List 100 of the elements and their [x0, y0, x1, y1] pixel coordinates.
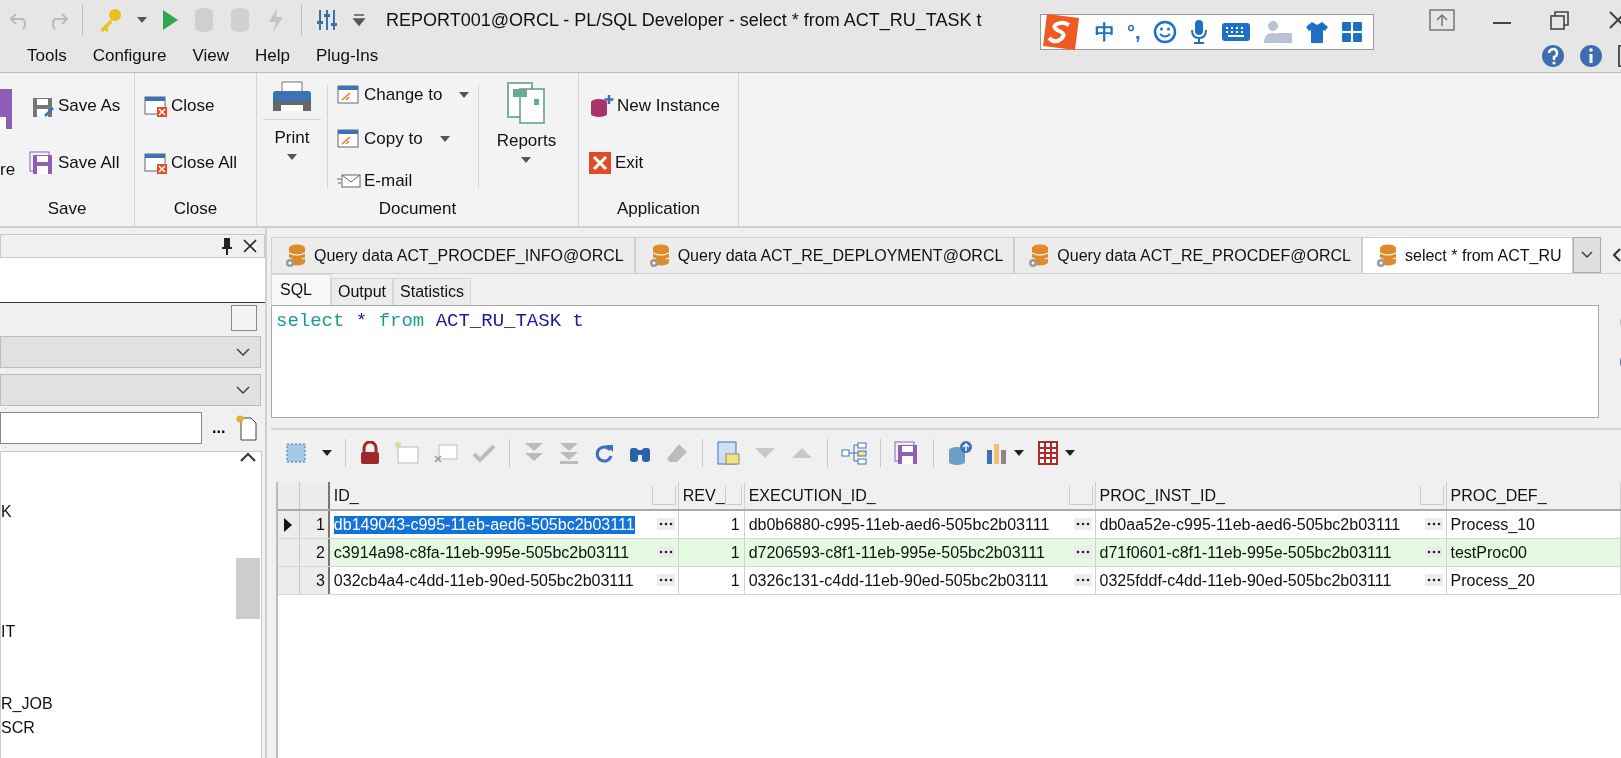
refresh-icon[interactable] — [593, 442, 615, 464]
caret-icon[interactable] — [287, 154, 297, 160]
equalizer-icon[interactable] — [316, 8, 338, 32]
document-tab[interactable]: select * from ACT_RU — [1362, 237, 1573, 273]
new-document-icon[interactable] — [235, 415, 258, 441]
column-header[interactable]: ID_ — [333, 486, 359, 505]
restore-icon[interactable] — [1429, 9, 1455, 31]
close-icon[interactable] — [242, 238, 258, 254]
tree-item[interactable]: SCR — [1, 719, 235, 737]
ellipsis-button[interactable] — [656, 517, 675, 530]
caret-icon[interactable] — [439, 135, 450, 142]
chevron-icon[interactable] — [1580, 251, 1593, 259]
database-upload-icon[interactable] — [947, 440, 973, 466]
maximize-icon[interactable] — [1549, 9, 1571, 31]
scroll-left-icon[interactable] — [1612, 248, 1621, 262]
tree-item[interactable]: R_JOB — [1, 695, 235, 713]
tree-icon[interactable] — [841, 441, 867, 465]
menu-item[interactable]: Configure — [92, 46, 167, 66]
application-button[interactable]: Exit — [585, 148, 723, 179]
ellipsis-button[interactable] — [1424, 573, 1443, 586]
keyboard-icon[interactable] — [1220, 21, 1251, 43]
document-button[interactable]: Copy to — [334, 124, 473, 153]
save-button[interactable]: Save All — [26, 148, 124, 179]
column-header[interactable]: REV_ — [682, 486, 725, 505]
close-button[interactable]: Close — [141, 91, 241, 120]
close-icon[interactable] — [1607, 9, 1621, 31]
database-icon[interactable] — [1375, 243, 1397, 268]
apps-icon[interactable] — [1340, 21, 1363, 43]
menu-item[interactable]: Tools — [27, 46, 67, 66]
caret-icon[interactable] — [459, 92, 470, 98]
ellipsis-button[interactable] — [656, 545, 675, 558]
reports-icon[interactable] — [506, 81, 547, 125]
table-icon[interactable] — [1037, 441, 1059, 465]
window-close-icon[interactable] — [144, 94, 168, 117]
ellipsis-button[interactable] — [1424, 545, 1443, 558]
window-icon[interactable] — [337, 84, 361, 106]
table-row[interactable]: 2 c3914a98-c8fa-11eb-995e-505bc2b03111 1 d7206593-c8f1-11eb-995e-505bc2b03111 d71f0601-c8f1-11eb-995e-505bc2b03111 testProc00 — [278, 539, 1621, 567]
bar-chart-icon[interactable] — [986, 442, 1008, 464]
database-icon[interactable] — [1027, 243, 1050, 268]
tree-item[interactable]: K — [1, 503, 235, 521]
chevron-icon[interactable] — [236, 348, 250, 356]
run-icon[interactable] — [161, 9, 179, 31]
printer-icon[interactable] — [272, 81, 312, 113]
column-header[interactable]: PROC_DEF_ — [1450, 486, 1547, 505]
window-close-icon[interactable] — [144, 152, 168, 175]
caret-icon[interactable] — [1065, 450, 1075, 456]
menu-item[interactable]: View — [192, 46, 229, 66]
current-row-icon — [283, 516, 294, 533]
print-button[interactable]: Print — [257, 73, 327, 196]
document-tab[interactable]: Query data ACT_RE_PROCDEF@ORCL — [1014, 237, 1362, 273]
caret-icon[interactable] — [322, 450, 332, 456]
column-header[interactable]: EXECUTION_ID_ — [748, 486, 876, 505]
column-header[interactable]: PROC_INST_ID_ — [1099, 486, 1225, 505]
smiley-icon[interactable] — [1152, 20, 1177, 44]
save-button[interactable]: Save As — [26, 90, 124, 121]
scrollbar-thumb[interactable] — [236, 558, 260, 619]
menu-item[interactable]: Plug-Ins — [315, 46, 379, 66]
menu-item[interactable]: Help — [254, 46, 290, 66]
tree-item[interactable]: IT — [1, 623, 235, 641]
application-button[interactable]: New Instance — [585, 90, 723, 121]
caret-icon[interactable] — [1014, 450, 1024, 456]
ellipsis-button[interactable] — [1424, 517, 1443, 530]
dropdown-icon[interactable] — [352, 13, 366, 27]
document-button[interactable]: E-mail — [334, 168, 473, 194]
reports-button[interactable]: Reports — [479, 73, 574, 196]
close-button[interactable]: Close All — [141, 149, 241, 178]
caret-icon[interactable] — [137, 17, 147, 23]
punctuation-toggle[interactable]: °, — [1127, 20, 1141, 44]
document-tab[interactable]: Query data ACT_RE_DEPLOYMENT@ORCL — [634, 237, 1015, 273]
ellipsis-button[interactable] — [1073, 517, 1092, 530]
editor-tab[interactable]: Statistics — [393, 278, 472, 305]
help-icon[interactable] — [1541, 44, 1565, 68]
pin-icon[interactable] — [220, 237, 234, 255]
lock-icon[interactable] — [359, 441, 381, 465]
database-icon[interactable] — [284, 243, 306, 268]
caret-icon[interactable] — [521, 157, 532, 163]
database-icon[interactable] — [647, 243, 670, 268]
shirt-icon[interactable] — [1304, 20, 1329, 44]
square-button[interactable] — [231, 305, 257, 331]
editor-tab[interactable]: Output — [331, 278, 394, 305]
table-cell-text: 1 — [730, 515, 741, 534]
input-mode-toggle[interactable]: 中 — [1095, 18, 1115, 46]
scroll-up-icon[interactable] — [240, 452, 256, 462]
document-tab[interactable]: Query data ACT_PROCDEF_INFO@ORCL — [271, 237, 635, 273]
document-button[interactable]: Change to — [334, 81, 473, 109]
browse-button[interactable]: ... — [210, 419, 228, 437]
table-row[interactable]: 3 032cb4a4-c4dd-11eb-90ed-505bc2b03111 1 0326c131-c4dd-11eb-90ed-505bc2b03111 0325fddf-c4dd-11eb-90ed-505bc2b03111 Process_20 — [278, 567, 1621, 595]
info-icon[interactable] — [1579, 44, 1603, 68]
button-label[interactable]: re — [0, 160, 20, 181]
database-add-icon[interactable] — [588, 93, 614, 118]
microphone-icon[interactable] — [1188, 19, 1209, 45]
editor-tab[interactable]: SQL — [271, 274, 331, 305]
ellipsis-button[interactable] — [1073, 573, 1092, 586]
window-icon[interactable] — [337, 127, 361, 150]
envelope-icon[interactable] — [337, 172, 361, 190]
chevron-icon[interactable] — [236, 386, 250, 394]
exit-icon[interactable] — [588, 151, 612, 176]
ellipsis-button[interactable] — [1073, 545, 1092, 558]
ellipsis-button[interactable] — [656, 573, 675, 586]
filter-field[interactable] — [0, 412, 202, 444]
